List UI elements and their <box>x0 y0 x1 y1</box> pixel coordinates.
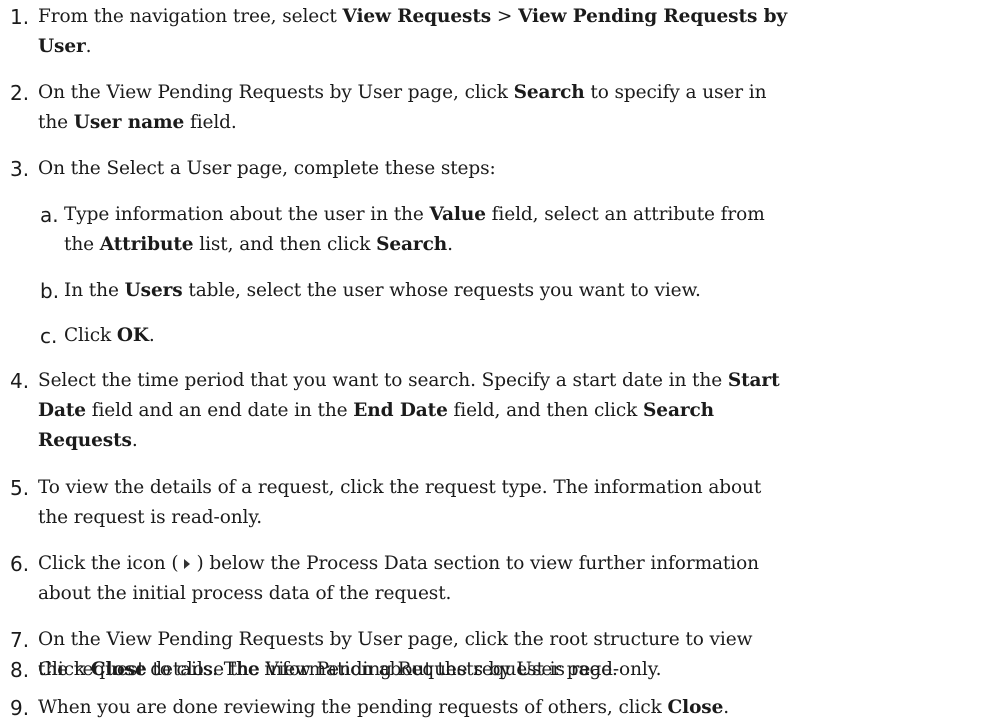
ui-term-attribute: Attribute <box>99 234 194 255</box>
ui-term-start: Start <box>727 370 780 391</box>
step-number: 5. <box>10 476 30 500</box>
step-number: 8. <box>10 658 30 682</box>
expand-arrow-icon <box>184 559 191 569</box>
instruction-document: 1. From the navigation tree, select View… <box>0 0 1008 728</box>
step-text: From the navigation tree, select View Re… <box>38 6 788 57</box>
ui-term-view-requests: View Requests <box>342 6 492 27</box>
ui-term-close: Close <box>667 697 724 718</box>
step-text: On the View Pending Requests by User pag… <box>38 82 767 133</box>
substep-text: In the Users table, select the user whos… <box>64 280 701 301</box>
step-text: Click Close to close the View Pending Re… <box>38 659 618 680</box>
ui-term-user: User <box>38 36 86 57</box>
substep-letter: b. <box>40 279 60 303</box>
step-number: 9. <box>10 696 30 720</box>
step-number: 1. <box>10 5 30 29</box>
ui-term-users: Users <box>124 280 183 301</box>
ui-term-search: Search <box>643 400 714 421</box>
step-number: 6. <box>10 552 30 576</box>
ui-term-view-pending-requests: View Pending Requests by <box>518 6 788 27</box>
ui-term-date: Date <box>38 400 86 421</box>
step-text: On the Select a User page, complete thes… <box>38 158 496 179</box>
step-number: 3. <box>10 157 30 181</box>
substep-text: Click OK. <box>64 325 155 346</box>
ui-term-search: Search <box>513 82 585 103</box>
step-text: When you are done reviewing the pending … <box>38 697 730 718</box>
substep-letter: c. <box>40 324 58 348</box>
ui-term-ok: OK <box>116 325 149 346</box>
ui-term-close: Close <box>90 659 147 680</box>
substep-text: Type information about the user in the V… <box>64 204 765 255</box>
step-text: To view the details of a request, click … <box>38 477 762 528</box>
ui-term-search: Search <box>376 234 448 255</box>
ui-term-value: Value <box>429 204 486 225</box>
step-number: 4. <box>10 369 30 393</box>
step-text: Click the icon () below the Process Data… <box>38 553 759 604</box>
step-number: 7. <box>10 628 30 652</box>
step-text: Select the time period that you want to … <box>38 370 780 451</box>
step-number: 2. <box>10 81 30 105</box>
substep-letter: a. <box>40 203 59 227</box>
ui-term-user-name: User name <box>73 112 185 133</box>
ui-term-requests: Requests <box>38 430 132 451</box>
ui-term-end-date: End Date <box>353 400 448 421</box>
